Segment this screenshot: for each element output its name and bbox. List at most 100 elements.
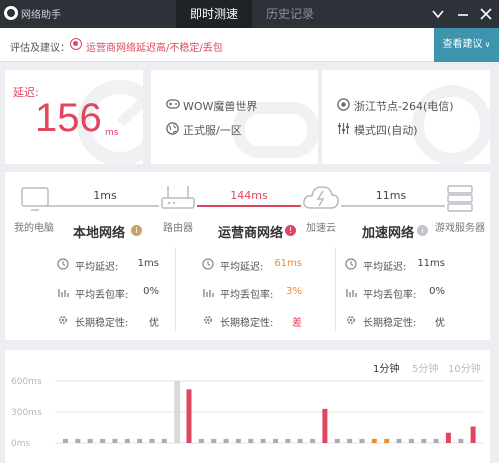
section-divider [335,247,336,332]
stat-label-avg-latency: 平均延迟: [75,262,119,273]
chart-bar[interactable] [433,438,439,443]
stat-value-packet-loss: 0% [429,286,445,297]
warning-dot-icon [70,38,82,50]
chart-bar[interactable] [161,438,167,443]
chart-bar[interactable] [359,438,365,443]
chart-bar[interactable] [310,438,316,443]
advice-label: 评估及建议： [10,43,70,54]
packet-loss-icon [203,289,214,297]
chart-bar[interactable] [334,438,340,443]
chevron-down-icon[interactable] [430,6,446,22]
chevron-down-icon: ∨ [484,40,491,49]
advice-bar: 评估及建议： 运营商网络延迟高/不稳定/丢包 [0,28,499,62]
chart-bar[interactable] [112,438,118,443]
info-icon[interactable]: i [417,225,428,236]
chart-y-tick-label: 0ms [11,439,30,449]
chart-bar[interactable] [396,438,402,443]
chart-bar[interactable] [174,381,181,443]
latency-unit: ms [105,128,119,138]
chart-bar[interactable] [75,438,81,443]
latency-chart: 600ms 300ms 0ms [11,377,483,449]
tab-history[interactable]: 历史记录 [252,0,328,28]
chart-y-tick-label: 300ms [11,408,42,418]
chart-bar[interactable] [285,438,291,443]
chart-bar[interactable] [186,389,192,443]
gear-icon [58,315,68,325]
clock-icon [57,258,69,270]
server-icon [447,185,473,212]
chart-bar[interactable] [198,438,204,443]
stat-label-avg-latency: 平均延迟: [363,262,407,273]
chart-y-tick-label: 600ms [11,377,42,387]
stat-label-avg-latency: 平均延迟: [220,262,264,273]
chart-bar[interactable] [211,438,217,443]
chart-bar[interactable] [347,438,353,443]
chart-bar[interactable] [297,438,303,443]
chart-bar[interactable] [273,438,278,443]
chart-bar[interactable] [371,438,377,443]
advice-text: 运营商网络延迟高/不稳定/丢包 [86,43,223,54]
chart-bar[interactable] [322,408,328,443]
clock-icon [345,258,357,270]
chart-bar[interactable] [124,438,130,443]
chart-bar[interactable] [223,438,229,443]
section-title-accel: 加速网络 [362,226,415,241]
node-name: 浙江节点-264(电信) [354,100,454,113]
hop-latency-isp: 144ms [230,189,268,202]
game-name: WOW魔兽世界 [183,100,258,113]
chart-bar[interactable] [384,438,390,443]
close-icon[interactable] [478,6,494,22]
stat-value-stability: 优 [149,318,159,329]
stat-value-stability: 优 [435,318,445,329]
chart-bar[interactable] [445,432,451,443]
chart-bar[interactable] [248,438,254,443]
node-label-router: 路由器 [163,223,193,234]
title-bar: 网络助手 即时测速 历史记录 [0,0,499,28]
node-label-cloud: 加速云 [306,223,336,234]
stat-value-avg-latency: 61ms [274,258,302,269]
app-title: 网络助手 [21,10,61,21]
chart-bar[interactable] [100,438,106,443]
stat-value-packet-loss: 0% [143,286,159,297]
minimize-icon[interactable] [455,6,471,22]
watermark-clock-icon [412,85,490,164]
chart-bar[interactable] [470,426,476,444]
tab-realtime-test[interactable]: 即时测速 [176,0,252,28]
view-advice-button[interactable]: 查看建议 ∨ [434,28,499,62]
chart-bar[interactable] [260,438,266,443]
route-line-accel [341,205,445,207]
stat-value-stability: 差 [292,318,302,329]
chart-bar[interactable] [137,438,143,443]
stat-value-packet-loss: 3% [286,286,302,297]
target-icon [337,98,350,111]
gear-icon [203,315,213,325]
view-advice-label: 查看建议 [442,39,483,50]
mode-name: 模式四(自动) [354,124,418,137]
chart-bar[interactable] [421,438,427,443]
game-card: WOW魔兽世界 正式服/一区 [151,70,318,164]
hop-latency-local: 1ms [93,189,117,202]
section-title-local: 本地网络 [73,226,126,241]
chart-bar[interactable] [87,438,93,443]
chart-bar[interactable] [149,438,155,443]
info-icon[interactable]: i [131,225,142,236]
node-label-computer: 我的电脑 [14,223,54,234]
sliders-icon [338,123,349,134]
node-card: 浙江节点-264(电信) 模式四(自动) [322,70,490,164]
chart-bar[interactable] [63,438,68,443]
app-logo-icon [4,6,18,20]
router-icon [161,186,195,209]
latency-value: 156 [35,96,102,140]
route-line-local [45,205,159,207]
route-panel: 1ms 144ms 11ms 我的电脑 路由器 加速云 游戏服务器 本地网络 i… [5,172,490,340]
latency-card: 延迟: 156 ms [5,70,143,164]
gamepad-icon [166,99,180,109]
alert-icon[interactable]: ! [285,225,296,236]
section-title-isp: 运营商网络 [218,226,284,241]
packet-loss-icon [58,289,69,297]
chart-bar[interactable] [408,438,414,443]
chart-bar[interactable] [235,438,241,443]
packet-loss-icon [346,289,357,297]
chart-bar[interactable] [458,438,464,443]
node-label-server: 游戏服务器 [435,223,485,234]
